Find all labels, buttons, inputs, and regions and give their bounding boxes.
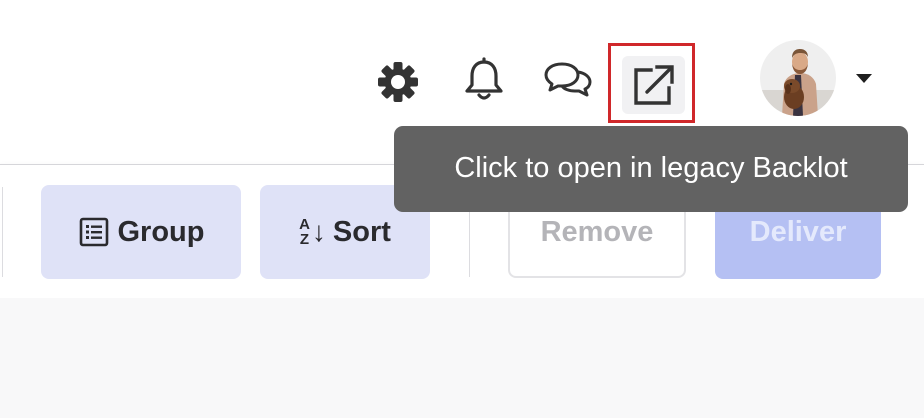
- external-link-icon: [631, 62, 677, 108]
- open-legacy-tooltip: Click to open in legacy Backlot: [394, 126, 908, 212]
- settings-button[interactable]: [372, 56, 424, 108]
- group-button-label: Group: [117, 215, 205, 248]
- open-legacy-button[interactable]: [622, 56, 685, 114]
- bell-icon: [462, 57, 506, 103]
- avatar: [760, 40, 836, 116]
- account-menu[interactable]: [760, 38, 878, 118]
- notifications-button[interactable]: [458, 54, 510, 106]
- sort-az-icon: A Z: [299, 217, 310, 247]
- deliver-button-label: Deliver: [749, 215, 847, 248]
- sort-glyph-z: Z: [299, 231, 310, 248]
- list-icon: [78, 216, 110, 248]
- tooltip-text: Click to open in legacy Backlot: [454, 151, 848, 184]
- gear-icon: [375, 59, 421, 105]
- toolbar-divider: [2, 187, 3, 277]
- chat-bubbles-icon: [542, 58, 594, 102]
- group-button[interactable]: Group: [41, 185, 241, 279]
- content-area: [0, 298, 924, 418]
- chat-button[interactable]: [540, 54, 596, 106]
- arrow-down-icon: ↓: [311, 216, 326, 247]
- remove-button-label: Remove: [540, 215, 654, 248]
- sort-button-label: Sort: [332, 215, 391, 248]
- sort-glyph-a: A: [299, 216, 310, 233]
- chevron-down-icon: [856, 73, 872, 83]
